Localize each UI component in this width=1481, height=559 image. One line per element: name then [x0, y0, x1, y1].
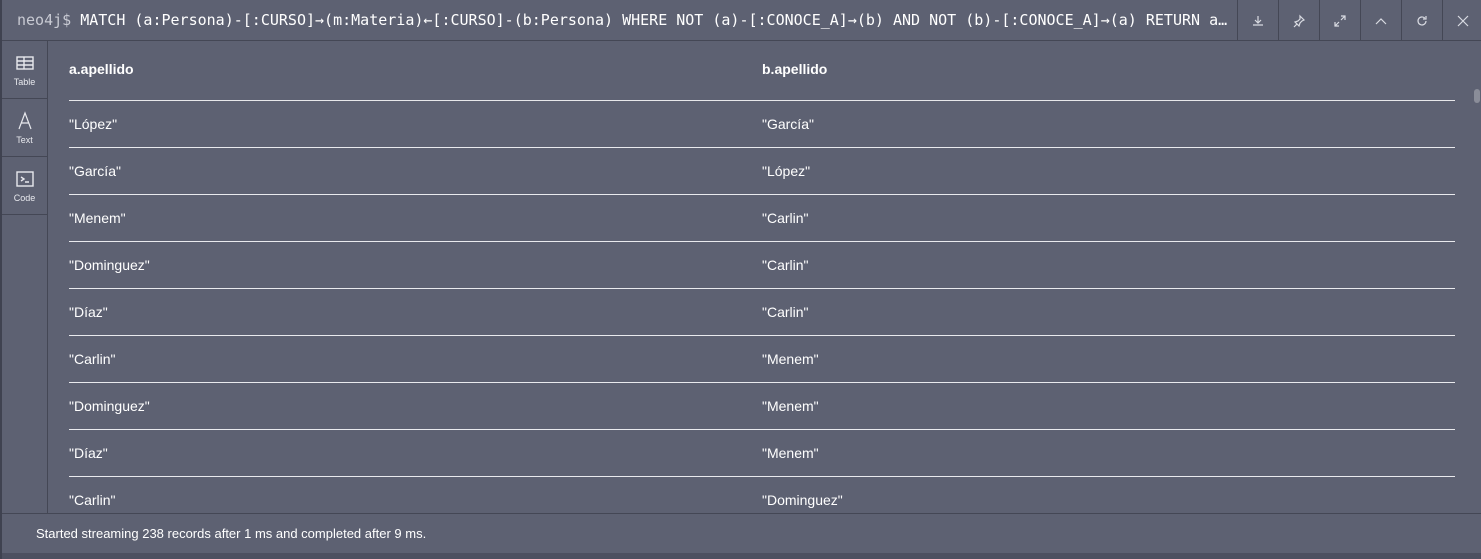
sidebar-item-label: Text	[16, 134, 33, 145]
sidebar-item-text[interactable]: Text	[2, 99, 47, 157]
sidebar-item-table[interactable]: Table	[2, 41, 47, 99]
table-cell: "Carlin"	[69, 351, 116, 367]
fullscreen-button[interactable]	[1319, 0, 1360, 41]
query-statement: MATCH (a:Persona)-[:CURSO]→(m:Materia)←[…	[80, 11, 1232, 29]
table-row: "Dominguez" "Carlin"	[69, 242, 1455, 289]
frame-bottom-edge	[2, 553, 1481, 559]
download-icon	[1253, 15, 1263, 26]
table-cell: "Menem"	[762, 398, 819, 414]
result-frame: neo4j$ MATCH (a:Persona)-[:CURSO]→(m:Mat…	[0, 0, 1481, 559]
code-icon	[15, 170, 34, 187]
table-cell: "Carlin"	[762, 304, 809, 320]
table-cell: "Carlin"	[69, 492, 116, 508]
rerun-button[interactable]	[1401, 0, 1442, 41]
column-header-a-apellido[interactable]: a.apellido	[69, 61, 134, 77]
table-cell: "Carlin"	[762, 257, 809, 273]
table-cell: "Díaz"	[69, 304, 108, 320]
table-cell: "García"	[762, 116, 814, 132]
table-row: "Carlin" "Dominguez"	[69, 477, 1455, 513]
close-button[interactable]	[1442, 0, 1481, 41]
download-button[interactable]	[1237, 0, 1278, 41]
table-cell: "Menem"	[762, 351, 819, 367]
frame-header: neo4j$ MATCH (a:Persona)-[:CURSO]→(m:Mat…	[2, 0, 1481, 41]
table-cell: "Menem"	[762, 445, 819, 461]
collapse-icon	[1375, 17, 1387, 24]
pin-icon	[1293, 14, 1306, 27]
sidebar-item-label: Code	[13, 192, 36, 203]
status-bar: Started streaming 238 records after 1 ms…	[2, 513, 1481, 553]
view-sidebar: Table Text Code	[2, 41, 48, 513]
close-icon	[1457, 15, 1469, 26]
text-icon	[17, 110, 32, 129]
query-text[interactable]: neo4j$ MATCH (a:Persona)-[:CURSO]→(m:Mat…	[17, 0, 1232, 41]
results-scrollbar[interactable]	[1472, 41, 1481, 513]
column-header-b-apellido[interactable]: b.apellido	[762, 61, 827, 77]
query-prompt: neo4j$	[17, 11, 72, 29]
sidebar-item-code[interactable]: Code	[2, 157, 47, 215]
results-table: a.apellido b.apellido "López" "García" "…	[48, 41, 1474, 513]
table-row: "Dominguez" "Menem"	[69, 383, 1455, 430]
table-row: "Menem" "Carlin"	[69, 195, 1455, 242]
table-cell: "López"	[69, 116, 118, 132]
table-cell: "Dominguez"	[69, 398, 150, 414]
table-cell: "Carlin"	[762, 210, 809, 226]
scrollbar-thumb[interactable]	[1474, 89, 1480, 103]
table-row: "Carlin" "Menem"	[69, 336, 1455, 383]
collapse-button[interactable]	[1360, 0, 1401, 41]
sidebar-item-label: Table	[13, 76, 36, 87]
table-row: "Díaz" "Carlin"	[69, 289, 1455, 336]
table-cell: "Díaz"	[69, 445, 108, 461]
table-cell: "Menem"	[69, 210, 126, 226]
table-icon	[15, 55, 34, 70]
table-row: "López" "García"	[69, 101, 1455, 148]
table-cell: "García"	[69, 163, 121, 179]
table-cell: "Dominguez"	[762, 492, 843, 508]
table-cell: "Dominguez"	[69, 257, 150, 273]
frame-actions	[1237, 0, 1481, 41]
rerun-icon	[1417, 15, 1427, 26]
status-text: Started streaming 238 records after 1 ms…	[36, 526, 427, 541]
table-row: "García" "López"	[69, 148, 1455, 195]
pin-button[interactable]	[1278, 0, 1319, 41]
table-row: "Díaz" "Menem"	[69, 430, 1455, 477]
expand-icon	[1334, 14, 1346, 27]
table-cell: "López"	[762, 163, 811, 179]
